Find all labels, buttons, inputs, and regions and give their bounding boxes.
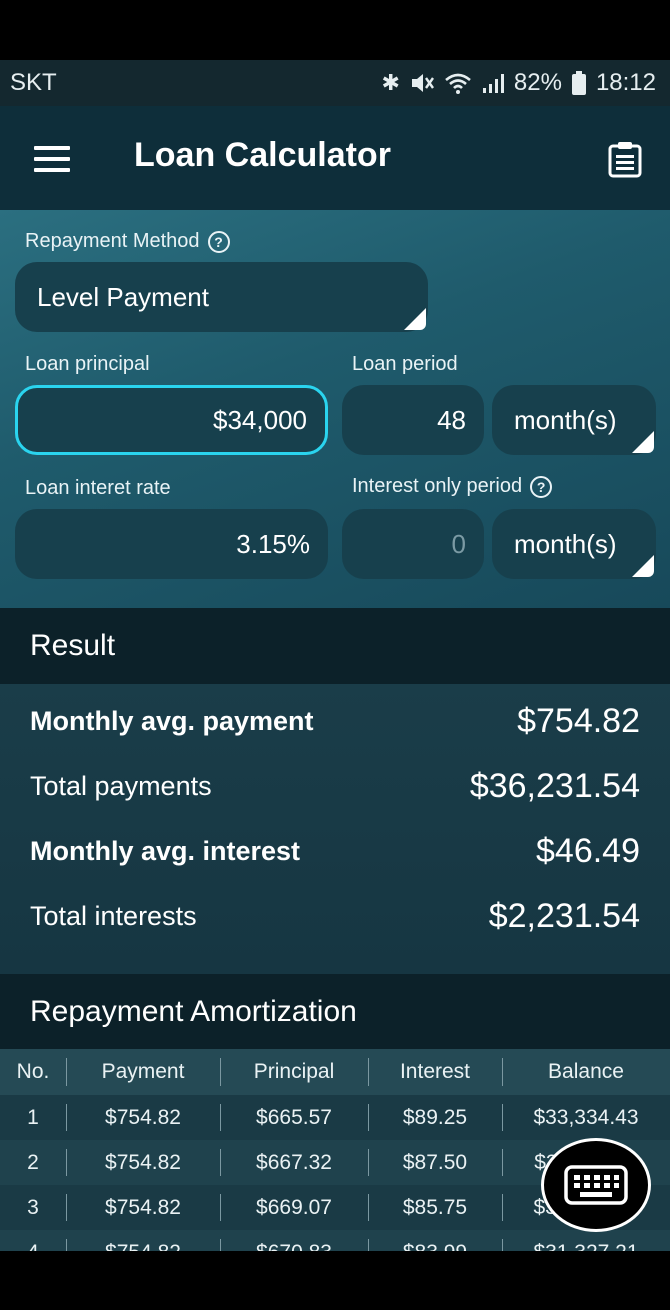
table-cell: $754.82	[66, 1185, 220, 1230]
dropdown-corner-icon	[404, 308, 426, 330]
result-label: Total payments	[30, 771, 212, 801]
result-row: Total payments $36,231.54	[30, 767, 640, 806]
interest-only-input[interactable]: 0	[342, 509, 484, 579]
table-cell: $754.82	[66, 1230, 220, 1251]
table-row: 1 $754.82 $665.57 $89.25 $33,334.43	[0, 1095, 670, 1140]
question-circle-icon[interactable]: ?	[530, 475, 553, 498]
column-header: No.	[16, 1060, 50, 1083]
interest-only-unit-select[interactable]: month(s)	[492, 509, 656, 579]
column-header: Principal	[220, 1049, 368, 1095]
repayment-method-label: Repayment Method ?	[25, 230, 230, 253]
interest-only-label: Interest only period ?	[352, 475, 553, 498]
clipboard-list-icon[interactable]	[608, 142, 642, 178]
dropdown-corner-icon	[632, 431, 654, 453]
result-panel: Monthly avg. payment $754.82 Total payme…	[0, 684, 670, 974]
loan-principal-label: Loan principal	[25, 353, 150, 375]
keyboard-icon	[564, 1165, 628, 1205]
loan-period-unit-select[interactable]: month(s)	[492, 385, 656, 455]
wifi-icon	[445, 73, 471, 94]
column-header: Interest	[368, 1049, 502, 1095]
app-title: Loan Calculator	[134, 136, 391, 174]
result-label: Total interests	[30, 901, 197, 931]
table-cell: $665.57	[220, 1095, 368, 1140]
table-cell: $83.99	[368, 1230, 502, 1251]
table-cell: $89.25	[368, 1095, 502, 1140]
result-value: $46.49	[536, 832, 640, 870]
status-icons: ✱ 82% 18:12	[381, 69, 656, 97]
table-cell: $670.83	[220, 1230, 368, 1251]
table-cell: $87.50	[368, 1140, 502, 1185]
table-cell: $31,327.21	[502, 1230, 670, 1251]
result-value: $36,231.54	[469, 767, 640, 805]
table-cell: $667.32	[220, 1140, 368, 1185]
result-label: Monthly avg. interest	[30, 836, 301, 866]
signal-icon	[482, 74, 504, 93]
loan-period-label: Loan period	[352, 353, 458, 375]
result-row: Monthly avg. interest $46.49	[30, 832, 640, 871]
table-row: 4 $754.82 $670.83 $83.99 $31,327.21	[0, 1230, 670, 1251]
table-header-row: No. Payment Principal Interest Balance	[0, 1049, 670, 1095]
repayment-method-select[interactable]: Level Payment	[15, 262, 428, 332]
result-label: Monthly avg. payment	[30, 706, 314, 736]
loan-principal-input[interactable]: $34,000	[15, 385, 328, 455]
dropdown-corner-icon	[632, 555, 654, 577]
clock: 18:12	[595, 69, 656, 96]
keyboard-toggle-button[interactable]	[541, 1138, 651, 1232]
result-value: $754.82	[517, 702, 640, 740]
mute-icon	[411, 74, 434, 92]
bluetooth-icon: ✱	[381, 70, 400, 95]
table-cell: $85.75	[368, 1185, 502, 1230]
amortization-header: Repayment Amortization	[0, 974, 670, 1049]
hamburger-menu-icon[interactable]	[34, 146, 70, 172]
table-cell: 2	[27, 1150, 39, 1174]
column-header: Payment	[66, 1049, 220, 1095]
interest-rate-label: Loan interet rate	[25, 477, 171, 499]
status-bar: SKT ✱ 82% 18:12	[0, 60, 670, 106]
app-bar: Loan Calculator	[0, 106, 670, 210]
column-header: Balance	[502, 1049, 670, 1095]
interest-rate-input[interactable]: 3.15%	[15, 509, 328, 579]
bottom-black-bar	[0, 1251, 670, 1310]
result-row: Monthly avg. payment $754.82	[30, 702, 640, 741]
result-header: Result	[0, 608, 670, 684]
battery-percent: 82%	[513, 69, 562, 96]
table-cell: $754.82	[66, 1140, 220, 1185]
carrier-name: SKT	[10, 69, 57, 96]
table-cell: $33,334.43	[502, 1095, 670, 1140]
table-cell: 4	[0, 1230, 66, 1252]
top-black-bar	[0, 0, 670, 60]
table-cell: 1	[27, 1105, 39, 1129]
table-cell: $669.07	[220, 1185, 368, 1230]
question-circle-icon[interactable]: ?	[207, 230, 230, 253]
result-value: $2,231.54	[488, 897, 640, 935]
battery-icon	[571, 71, 586, 95]
result-row: Total interests $2,231.54	[30, 897, 640, 936]
loan-input-panel: Repayment Method ? Level Payment Loan pr…	[0, 210, 670, 608]
loan-period-input[interactable]: 48	[342, 385, 484, 455]
table-cell: 3	[27, 1195, 39, 1219]
table-cell: $754.82	[66, 1095, 220, 1140]
